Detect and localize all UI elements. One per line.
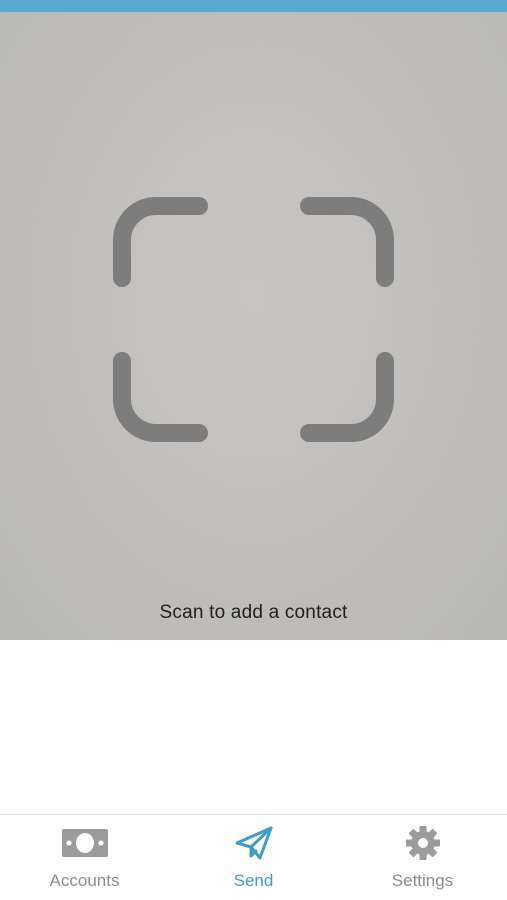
paper-plane-icon <box>235 826 272 860</box>
camera-viewfinder[interactable]: Scan to add a contact <box>0 12 507 640</box>
nav-label-settings: Settings <box>391 871 454 890</box>
nav-label-send: Send <box>233 871 274 890</box>
scan-corner-bottom-right <box>300 352 394 442</box>
gear-icon <box>405 826 440 860</box>
scan-caption: Scan to add a contact <box>159 602 348 623</box>
bottom-navigation: Accounts Send Settings <box>0 814 507 900</box>
scan-corner-top-right <box>300 197 394 287</box>
scan-frame-icon <box>113 197 394 442</box>
nav-label-accounts: Accounts <box>49 871 120 890</box>
scan-corner-bottom-left <box>113 352 208 442</box>
status-strip <box>0 0 507 12</box>
nav-item-accounts[interactable]: Accounts <box>0 815 169 900</box>
nav-item-send[interactable]: Send <box>169 815 338 900</box>
nav-item-settings[interactable]: Settings <box>338 815 507 900</box>
cash-icon <box>61 829 108 857</box>
content-area <box>0 640 507 814</box>
scan-corner-top-left <box>113 197 208 287</box>
